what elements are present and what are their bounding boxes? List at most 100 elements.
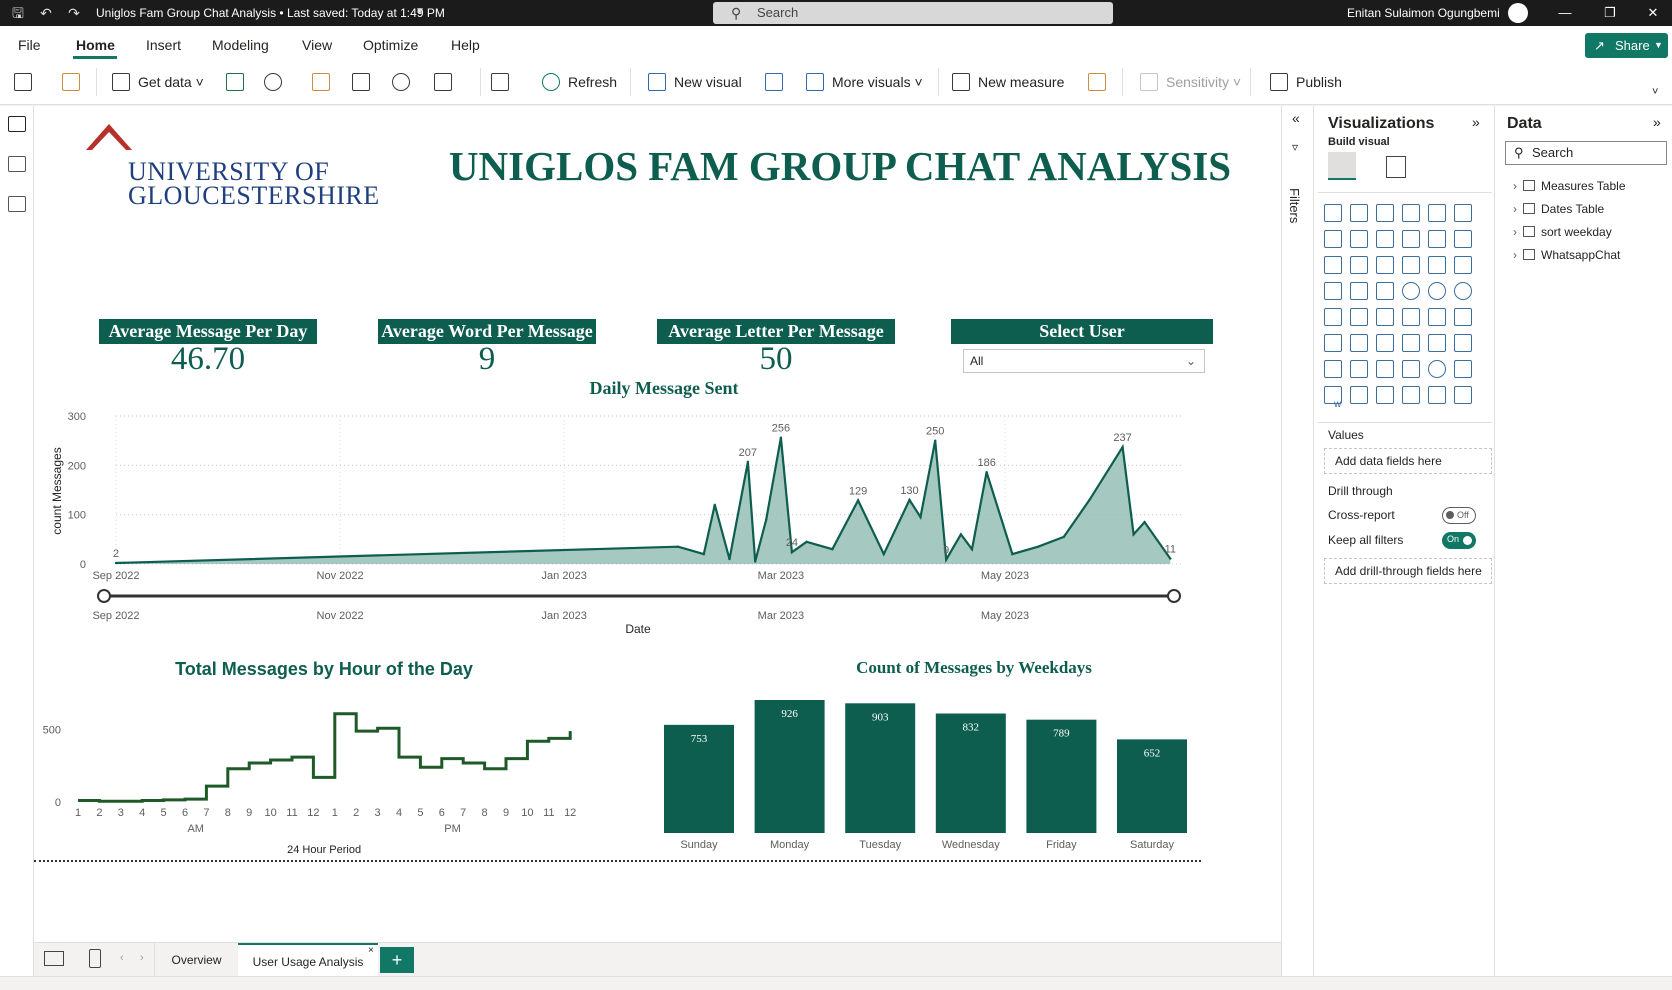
format-visual-tab[interactable]: [1386, 156, 1406, 178]
visual-type-icon[interactable]: [1324, 334, 1342, 352]
table-dates[interactable]: › Dates Table: [1513, 202, 1604, 216]
visual-type-icon[interactable]: [1454, 256, 1472, 274]
onelake-button[interactable]: [264, 73, 290, 91]
visual-type-icon[interactable]: [1402, 256, 1420, 274]
redo-icon[interactable]: ↷: [64, 3, 84, 23]
paste-button[interactable]: [14, 73, 40, 91]
desktop-layout-icon[interactable]: [44, 951, 64, 966]
visual-type-icon[interactable]: [1428, 360, 1446, 378]
keep-filters-toggle[interactable]: On: [1442, 532, 1476, 549]
visual-type-icon[interactable]: [1402, 334, 1420, 352]
table-sort-weekday[interactable]: › sort weekday: [1513, 225, 1612, 239]
visual-type-icon[interactable]: [1454, 360, 1472, 378]
hour-of-day-chart[interactable]: 50001 2 3 4 5 6 7 8 9 10 11 12 1 2 3 4 5 6 7 8 9 10 11 12AM PM24…: [34, 696, 654, 866]
cross-report-toggle[interactable]: Off: [1442, 507, 1476, 524]
new-visual-button[interactable]: New visual: [648, 73, 742, 91]
visual-type-icon[interactable]: [1454, 230, 1472, 248]
visual-type-icon[interactable]: [1350, 308, 1368, 326]
visual-type-icon[interactable]: [1376, 360, 1394, 378]
scroll-right-icon[interactable]: ›: [140, 952, 144, 964]
visual-type-icon[interactable]: [1402, 386, 1420, 404]
menu-help[interactable]: Help: [451, 37, 480, 53]
menu-modeling[interactable]: Modeling: [212, 37, 269, 53]
visual-type-icon[interactable]: [1428, 256, 1446, 274]
visual-type-icon[interactable]: [1324, 386, 1342, 404]
collapse-filters-icon[interactable]: «: [1292, 110, 1300, 126]
visual-type-icon[interactable]: [1454, 282, 1472, 300]
build-visual-tab[interactable]: [1328, 152, 1356, 180]
transform-dropdown-button[interactable]: [491, 73, 517, 91]
visual-type-icon[interactable]: [1428, 282, 1446, 300]
close-icon[interactable]: ✕: [1638, 3, 1668, 23]
save-icon[interactable]: 🖫: [8, 3, 28, 23]
visual-type-icon[interactable]: [1324, 308, 1342, 326]
data-search-input[interactable]: ⚲ Search: [1505, 141, 1667, 165]
collapse-ribbon-icon[interactable]: ˅: [1652, 86, 1658, 98]
visual-type-icon[interactable]: [1376, 204, 1394, 222]
visual-type-icon[interactable]: [1428, 230, 1446, 248]
report-view-icon[interactable]: [8, 116, 26, 132]
visual-type-icon[interactable]: [1324, 204, 1342, 222]
filters-pane-collapsed[interactable]: « ▿ Filters: [1281, 106, 1313, 976]
visual-type-icon[interactable]: [1350, 386, 1368, 404]
user-slicer-dropdown[interactable]: All ⌄: [963, 349, 1205, 373]
enter-data-button[interactable]: [352, 73, 378, 91]
text-box-button[interactable]: [765, 73, 791, 91]
menu-view[interactable]: View: [302, 37, 332, 53]
collapse-viz-icon[interactable]: »: [1472, 114, 1480, 130]
table-whatsappchat[interactable]: › WhatsappChat: [1513, 248, 1620, 262]
model-view-icon[interactable]: [8, 196, 26, 212]
table-view-icon[interactable]: [8, 156, 26, 172]
visual-type-icon[interactable]: [1376, 386, 1394, 404]
visual-type-icon[interactable]: [1376, 334, 1394, 352]
refresh-button[interactable]: Refresh: [542, 73, 617, 91]
transform-data-button[interactable]: [434, 73, 460, 91]
drill-through-well[interactable]: Add drill-through fields here: [1324, 558, 1492, 584]
visual-type-icon[interactable]: [1454, 308, 1472, 326]
visual-type-icon[interactable]: [1350, 334, 1368, 352]
maximize-icon[interactable]: ❐: [1595, 3, 1625, 23]
get-data-button[interactable]: Get data ˅: [112, 73, 204, 91]
weekday-bar-chart[interactable]: 753 Sunday 926 Monday 903 Tuesday 832 Wednesday…: [664, 686, 1244, 861]
visual-type-icon[interactable]: [1428, 334, 1446, 352]
tab-user-usage-analysis[interactable]: User Usage Analysis: [238, 943, 378, 977]
share-button[interactable]: ↗ Share ▼: [1585, 33, 1668, 58]
visual-type-icon[interactable]: [1402, 230, 1420, 248]
add-page-button[interactable]: +: [380, 947, 414, 973]
menu-optimize[interactable]: Optimize: [363, 37, 418, 53]
visual-type-icon[interactable]: [1376, 308, 1394, 326]
global-search-input[interactable]: ⚲ Search: [713, 2, 1113, 24]
publish-button[interactable]: Publish: [1270, 73, 1342, 91]
visual-type-icon[interactable]: [1454, 204, 1472, 222]
new-measure-button[interactable]: New measure: [952, 73, 1064, 91]
visual-type-icon[interactable]: [1402, 204, 1420, 222]
format-painter-button[interactable]: [62, 73, 88, 91]
visual-type-icon[interactable]: [1428, 386, 1446, 404]
recent-sources-button[interactable]: [392, 73, 418, 91]
visual-type-icon[interactable]: [1376, 256, 1394, 274]
excel-button[interactable]: [226, 73, 252, 91]
collapse-data-icon[interactable]: »: [1653, 114, 1661, 130]
avatar[interactable]: [1508, 3, 1528, 23]
visual-type-icon[interactable]: [1350, 282, 1368, 300]
dataverse-button[interactable]: [312, 73, 338, 91]
visual-type-icon[interactable]: [1350, 230, 1368, 248]
mobile-layout-icon[interactable]: [89, 949, 101, 968]
visual-type-icon[interactable]: [1376, 282, 1394, 300]
undo-icon[interactable]: ↶: [36, 3, 56, 23]
visual-type-icon[interactable]: [1376, 230, 1394, 248]
tab-overview[interactable]: Overview: [154, 943, 238, 977]
visual-type-icon[interactable]: [1350, 360, 1368, 378]
visual-type-icon[interactable]: [1402, 282, 1420, 300]
title-dropdown-icon[interactable]: ▼: [410, 2, 430, 22]
menu-file[interactable]: File: [18, 37, 41, 53]
visual-type-icon[interactable]: [1324, 256, 1342, 274]
close-tab-icon[interactable]: ×: [368, 945, 374, 956]
daily-message-chart[interactable]: 0 100 200 300 Sep 2022 Nov 2022 Jan 2023 Mar 20…: [34, 396, 1281, 656]
visual-type-icon[interactable]: [1324, 360, 1342, 378]
visual-type-icon[interactable]: [1454, 386, 1472, 404]
visual-type-icon[interactable]: [1402, 360, 1420, 378]
menu-insert[interactable]: Insert: [146, 37, 181, 53]
visual-type-icon[interactable]: [1402, 308, 1420, 326]
table-measures[interactable]: › Measures Table: [1513, 179, 1626, 193]
